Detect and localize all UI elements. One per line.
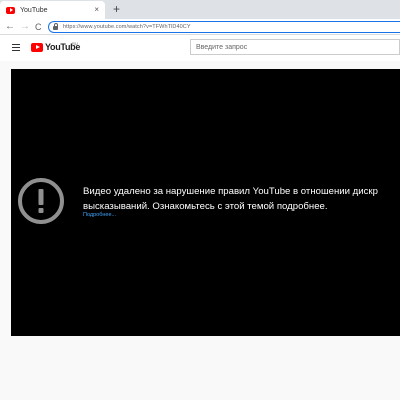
browser-tab-strip: YouTube × + [0,0,400,19]
browser-toolbar: ← → C https://www.youtube.com/watch?v=TF… [0,19,400,35]
page-below-player [0,336,400,400]
youtube-header: YouTube RU [0,35,400,61]
lock-icon [53,23,58,30]
error-message: Видео удалено за нарушение правил YouTub… [83,184,400,214]
youtube-play-logo-icon [31,42,43,52]
alert-circle-icon [18,178,64,224]
back-arrow-icon[interactable]: ← [5,20,15,34]
new-tab-icon[interactable]: + [113,2,120,16]
hamburger-menu-icon[interactable] [12,44,20,51]
tab-title: YouTube [20,6,48,14]
url-text: https://www.youtube.com/watch?v=TFWhTlD4… [63,24,191,30]
youtube-favicon-icon [6,6,15,14]
tab-close-icon[interactable]: × [94,6,99,14]
search-input[interactable] [196,43,399,51]
region-code: RU [72,41,78,46]
error-message-line: высказываний. Ознакомьтесь с этой темой … [83,201,328,212]
browser-tab[interactable]: YouTube × [0,1,105,19]
learn-more-link[interactable]: Подробнее... [83,212,116,218]
address-bar[interactable]: https://www.youtube.com/watch?v=TFWhTlD4… [48,21,400,33]
reload-icon[interactable]: C [35,20,42,34]
video-player[interactable]: Видео удалено за нарушение правил YouTub… [11,69,400,336]
forward-arrow-icon[interactable]: → [20,20,30,34]
search-box[interactable] [190,39,400,55]
error-message-line: Видео удалено за нарушение правил YouTub… [83,186,378,197]
